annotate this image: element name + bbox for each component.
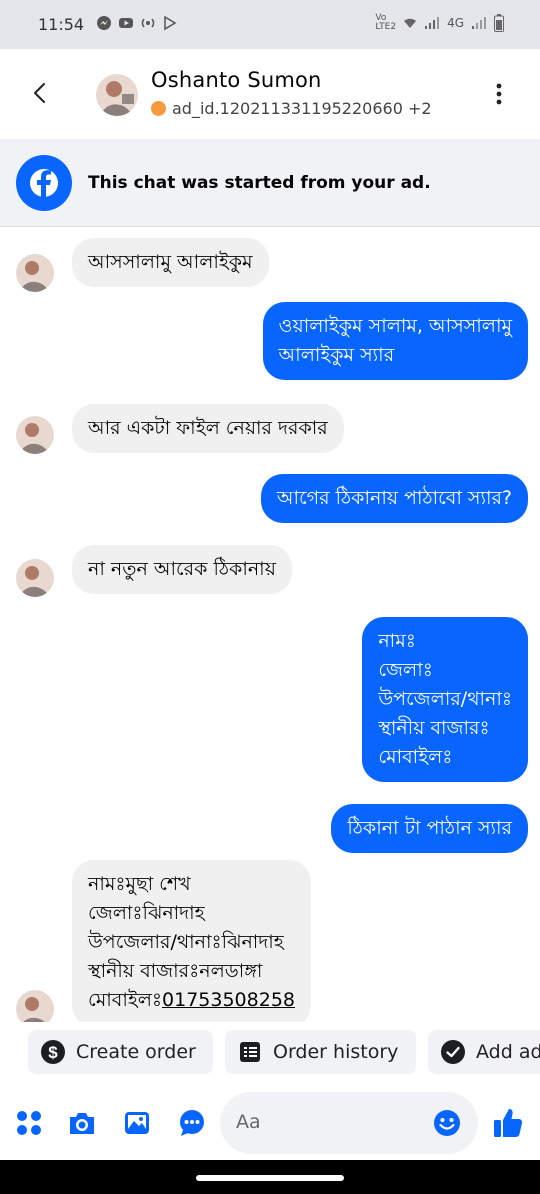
message-composer: Aa — [0, 1086, 540, 1160]
message-row: না নতুন আরেক ঠিকানায় — [0, 545, 540, 601]
chat-header: Oshanto Sumon ad_id.120211331195220660 +… — [0, 49, 540, 139]
like-icon[interactable] — [492, 1106, 524, 1140]
message-row: নামঃ জেলাঃ উপজেলার/থানাঃ স্থানীয় বাজারঃ… — [0, 617, 540, 787]
sender-avatar — [16, 416, 54, 454]
contact-avatar[interactable] — [96, 74, 138, 116]
play-store-icon — [164, 15, 177, 31]
incoming-message[interactable]: আসসালামু আলাইকুম — [72, 238, 269, 287]
signal-icon — [425, 17, 440, 29]
status-time: 11:54 — [38, 15, 85, 34]
dollar-circle-icon: $ — [41, 1040, 65, 1064]
incoming-message[interactable]: না নতুন আরেক ঠিকানায় — [72, 545, 292, 594]
gallery-icon[interactable] — [122, 1108, 152, 1138]
outgoing-message[interactable]: আগের ঠিকানায় পাঠাবো স্যার? — [260, 474, 528, 523]
youtube-icon — [119, 18, 133, 28]
message-row: আর একটা ফাইল নেয়ার দরকার — [0, 404, 540, 460]
add-ad-label: Add ad — [476, 1041, 540, 1063]
message-input[interactable]: Aa — [220, 1092, 478, 1154]
system-nav-bar — [0, 1160, 540, 1194]
battery-icon — [494, 14, 504, 32]
contact-name: Oshanto Sumon — [151, 68, 322, 92]
outgoing-message[interactable]: ওয়ালাইকুম সালাম, আসসালামু আলাইকুম স্যার — [262, 302, 528, 380]
order-history-label: Order history — [273, 1041, 399, 1063]
phone-link[interactable]: 01753508258 — [162, 989, 295, 1011]
message-row: নামঃমুছা শেখ জেলাঃঝিনাদাহ উপজেলার/থানাঃঝ… — [0, 860, 540, 1022]
emoji-icon[interactable] — [432, 1108, 462, 1138]
facebook-icon — [16, 155, 72, 211]
hotspot-icon — [141, 18, 155, 28]
incoming-message[interactable]: নামঃমুছা শেখ জেলাঃঝিনাদাহ উপজেলার/থানাঃঝ… — [72, 860, 312, 1022]
messenger-icon — [97, 16, 111, 30]
wifi-icon — [404, 18, 417, 28]
more-options-icon[interactable] — [488, 81, 510, 107]
system-icons: Vo LTE2 4G — [375, 14, 504, 32]
add-ad-button[interactable]: Add ad — [428, 1030, 540, 1074]
status-bar: 11:54 Vo LTE2 4G — [0, 0, 540, 49]
ad-origin-banner: This chat was started from your ad. — [0, 139, 540, 227]
sender-avatar — [16, 559, 54, 597]
contact-subtitle: ad_id.120211331195220660 +2 — [151, 99, 432, 118]
outgoing-message[interactable]: ঠিকানা টা পাঠান স্যার — [331, 804, 528, 853]
create-order-button[interactable]: $ Create order — [28, 1030, 213, 1074]
notification-icons — [96, 15, 178, 31]
ad-id-label: ad_id.120211331195220660 +2 — [172, 99, 432, 118]
contact-photo — [96, 74, 138, 116]
quick-actions-bar: $ Create order Order history Add ad — [0, 1022, 540, 1082]
svg-text:$: $ — [48, 1043, 58, 1062]
message-row: আসসালামু আলাইকুম — [0, 238, 540, 294]
message-list: আসসালামু আলাইকুম ওয়ালাইকুম সালাম, আসসাল… — [0, 228, 540, 1022]
camera-icon[interactable] — [67, 1108, 97, 1138]
message-row: আগের ঠিকানায় পাঠাবো স্যার? — [0, 474, 540, 526]
volte-icon: Vo LTE2 — [375, 13, 397, 32]
home-gesture-pill[interactable] — [196, 1175, 344, 1181]
back-arrow-icon[interactable] — [26, 79, 54, 107]
create-order-label: Create order — [76, 1041, 196, 1063]
signal-icon-2 — [472, 17, 486, 29]
network-type: 4G — [447, 16, 464, 30]
banner-message: This chat was started from your ad. — [88, 173, 431, 193]
message-row: ওয়ালাইকুম সালাম, আসসালামু আলাইকুম স্যার — [0, 302, 540, 384]
apps-grid-icon[interactable] — [14, 1108, 44, 1138]
order-history-button[interactable]: Order history — [225, 1030, 416, 1074]
sender-avatar — [16, 990, 54, 1022]
message-row: ঠিকানা টা পাঠান স্যার — [0, 804, 540, 856]
incoming-message[interactable]: আর একটা ফাইল নেয়ার দরকার — [72, 404, 344, 453]
status-dot-icon — [151, 101, 166, 116]
check-circle-icon — [441, 1040, 465, 1064]
chat-bubble-icon[interactable] — [177, 1108, 207, 1138]
outgoing-message[interactable]: নামঃ জেলাঃ উপজেলার/থানাঃ স্থানীয় বাজারঃ… — [362, 617, 528, 782]
receipt-icon — [240, 1042, 260, 1062]
input-placeholder: Aa — [236, 1111, 261, 1133]
sender-avatar — [16, 254, 54, 292]
